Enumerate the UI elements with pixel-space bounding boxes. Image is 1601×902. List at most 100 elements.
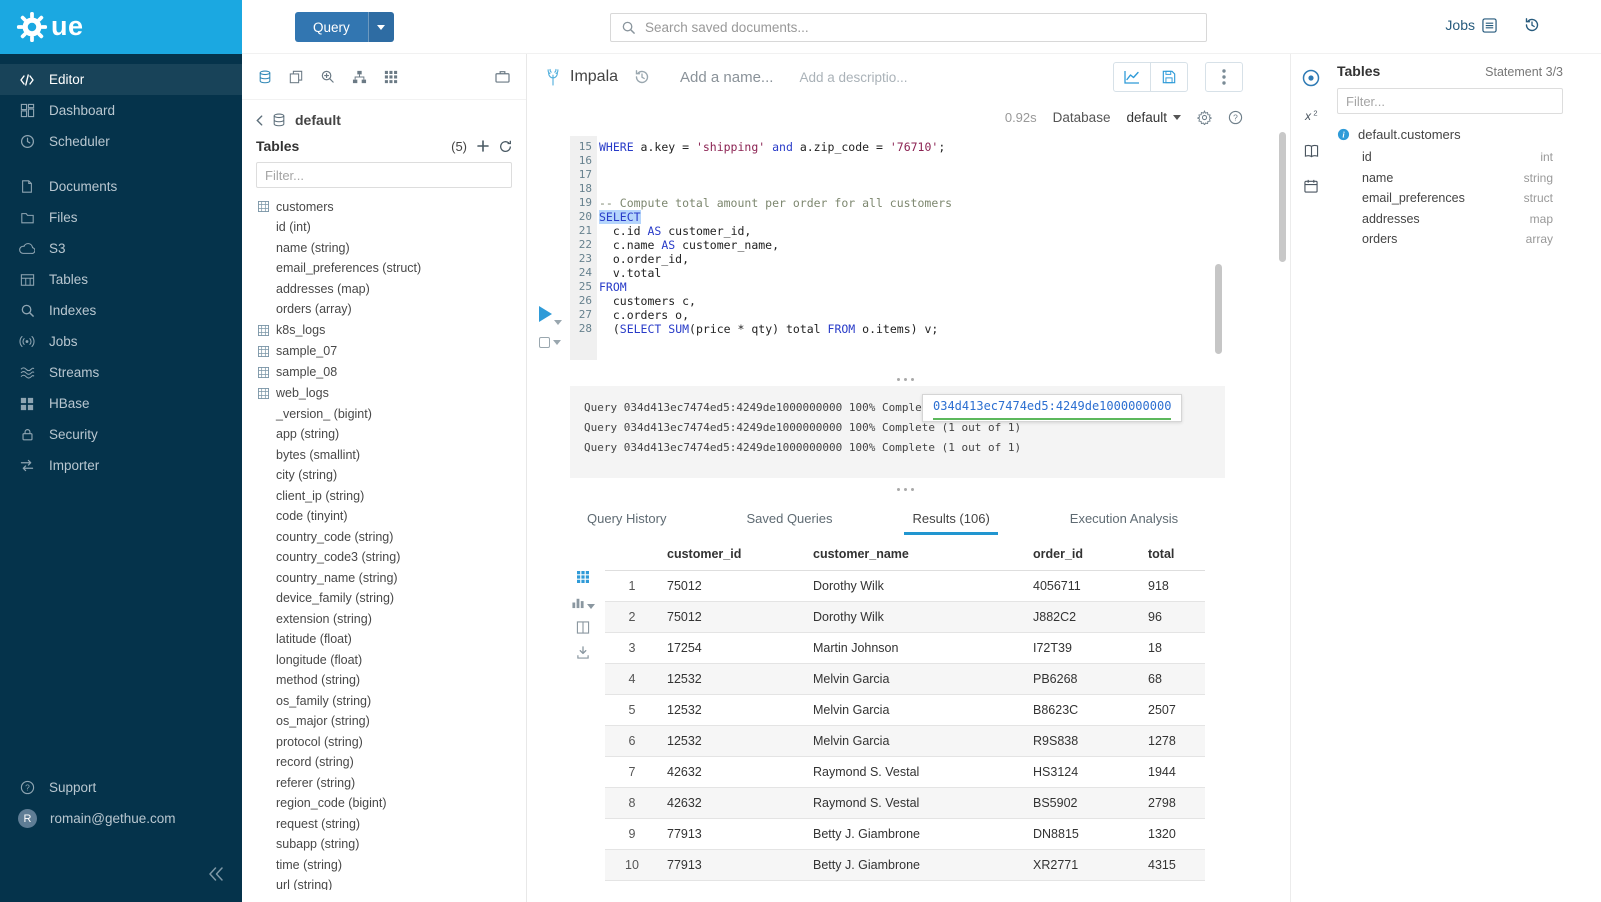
splitter-bottom[interactable]	[570, 484, 1240, 494]
code-line[interactable]: FROM	[599, 280, 1240, 294]
tab-saved-queries[interactable]: Saved Queries	[744, 502, 834, 535]
query-name-field[interactable]: Add a name...	[680, 69, 773, 86]
column-entry[interactable]: _version_ (bigint)	[242, 404, 526, 425]
code-editor[interactable]: 1516171819202122232425262728 WHERE a.key…	[527, 136, 1240, 360]
column-entry[interactable]: record (string)	[242, 752, 526, 773]
table-filter-input[interactable]	[265, 168, 503, 183]
settings-gear-icon[interactable]	[1197, 110, 1212, 125]
column-entry[interactable]: code (tinyint)	[242, 506, 526, 527]
column-entry[interactable]: region_code (bigint)	[242, 793, 526, 814]
database-select[interactable]: default	[1126, 110, 1181, 125]
results-column-header[interactable]: customer_name	[805, 538, 1025, 571]
column-entry[interactable]: orders (array)	[242, 299, 526, 320]
column-entry[interactable]: request (string)	[242, 814, 526, 835]
current-database[interactable]: default	[295, 112, 341, 128]
column-entry[interactable]: referer (string)	[242, 773, 526, 794]
column-entry[interactable]: name (string)	[242, 238, 526, 259]
query-id-link[interactable]: 034d413ec7474ed5:4249de1000000000	[933, 396, 1171, 420]
sidebar-item-support[interactable]: ? Support	[0, 772, 242, 803]
column-row[interactable]: idint	[1337, 147, 1563, 168]
column-entry[interactable]: email_preferences (struct)	[242, 258, 526, 279]
execute-options-caret[interactable]	[554, 320, 562, 325]
column-entry[interactable]: addresses (map)	[242, 279, 526, 300]
column-entry[interactable]: latitude (float)	[242, 629, 526, 650]
table-tree[interactable]: customersid (int)name (string)email_pref…	[242, 196, 526, 890]
column-row[interactable]: addressesmap	[1337, 209, 1563, 230]
tab-execution-analysis[interactable]: Execution Analysis	[1068, 502, 1180, 535]
column-entry[interactable]: subapp (string)	[242, 834, 526, 855]
query-logs[interactable]: Query 034d413ec7474ed5:4249de1000000000 …	[570, 386, 1225, 478]
column-entry[interactable]: device_family (string)	[242, 588, 526, 609]
column-entry[interactable]: url (string)	[242, 875, 526, 890]
column-row[interactable]: email_preferencesstruct	[1337, 188, 1563, 209]
functions-icon[interactable]: x2	[1303, 108, 1320, 123]
query-id-tooltip[interactable]: 034d413ec7474ed5:4249de1000000000	[922, 394, 1182, 422]
column-entry[interactable]: protocol (string)	[242, 732, 526, 753]
language-reference-icon[interactable]	[1304, 144, 1319, 158]
column-entry[interactable]: id (int)	[242, 217, 526, 238]
code-line[interactable]: SELECT	[599, 210, 1240, 224]
zoom-icon[interactable]	[320, 69, 335, 84]
query-history-icon[interactable]	[1524, 17, 1540, 33]
sidebar-item-tables[interactable]: Tables	[0, 264, 242, 295]
active-table-row[interactable]: i default.customers	[1337, 127, 1563, 142]
jobs-link[interactable]: Jobs	[1445, 17, 1497, 33]
code-line[interactable]	[599, 154, 1240, 168]
column-entry[interactable]: os_family (string)	[242, 691, 526, 712]
code-line[interactable]: o.order_id,	[599, 252, 1240, 266]
results-column-header[interactable]: order_id	[1025, 538, 1140, 571]
code-lines[interactable]: WHERE a.key = 'shipping' and a.zip_code …	[599, 136, 1240, 336]
page-scrollbar-thumb[interactable]	[1279, 132, 1286, 262]
add-table-icon[interactable]	[477, 140, 489, 152]
query-options-caret[interactable]	[368, 12, 394, 42]
results-column-header[interactable]: customer_id	[659, 538, 805, 571]
schedule-icon[interactable]	[1304, 179, 1318, 193]
save-button[interactable]	[1150, 62, 1188, 92]
refresh-tables-icon[interactable]	[499, 140, 512, 153]
column-entry[interactable]: time (string)	[242, 855, 526, 876]
sidebar-item-dashboard[interactable]: Dashboard	[0, 95, 242, 126]
right-filter-input[interactable]	[1346, 94, 1554, 109]
collapse-sidebar-icon[interactable]	[208, 867, 224, 884]
column-entry[interactable]: longitude (float)	[242, 650, 526, 671]
sidebar-item-scheduler[interactable]: Scheduler	[0, 126, 242, 157]
column-entry[interactable]: method (string)	[242, 670, 526, 691]
code-line[interactable]	[599, 182, 1240, 196]
code-line[interactable]	[599, 168, 1240, 182]
sidebar-item-streams[interactable]: Streams	[0, 357, 242, 388]
query-history-small-icon[interactable]	[634, 69, 650, 85]
column-entry[interactable]: client_ip (string)	[242, 486, 526, 507]
code-line[interactable]: c.name AS customer_name,	[599, 238, 1240, 252]
sql-source-icon[interactable]	[258, 70, 272, 84]
new-query-button[interactable]: Query	[295, 12, 394, 42]
tab-query-history[interactable]: Query History	[585, 502, 668, 535]
sidebar-item-documents[interactable]: Documents	[0, 171, 242, 202]
code-line[interactable]: customers c,	[599, 294, 1240, 308]
sidebar-item-indexes[interactable]: Indexes	[0, 295, 242, 326]
apps-grid-icon[interactable]	[384, 70, 398, 84]
sidebar-item-s3[interactable]: S3	[0, 233, 242, 264]
column-entry[interactable]: bytes (smallint)	[242, 445, 526, 466]
column-entry[interactable]: app (string)	[242, 424, 526, 445]
chart-button[interactable]	[1113, 62, 1151, 92]
sidebar-item-files[interactable]: Files	[0, 202, 242, 233]
column-entry[interactable]: country_code3 (string)	[242, 547, 526, 568]
statement-options-button[interactable]	[539, 337, 569, 348]
code-line[interactable]: v.total	[599, 266, 1240, 280]
search-input[interactable]	[645, 20, 1196, 35]
code-line[interactable]: (SELECT SUM(price * qty) total FROM o.it…	[599, 322, 1240, 336]
table-entry[interactable]: sample_07	[242, 341, 526, 362]
column-entry[interactable]: extension (string)	[242, 609, 526, 630]
back-chevron-icon[interactable]	[256, 115, 263, 126]
query-description-field[interactable]: Add a descriptio...	[799, 70, 907, 85]
column-entry[interactable]: country_code (string)	[242, 527, 526, 548]
execute-button[interactable]	[539, 306, 552, 322]
chart-view-toggle[interactable]	[571, 596, 595, 609]
sidebar-item-importer[interactable]: Importer	[0, 450, 242, 481]
table-entry[interactable]: k8s_logs	[242, 320, 526, 341]
more-actions-button[interactable]	[1205, 62, 1243, 92]
table-entry[interactable]: web_logs	[242, 383, 526, 404]
column-entry[interactable]: country_name (string)	[242, 568, 526, 589]
code-line[interactable]: c.id AS customer_id,	[599, 224, 1240, 238]
results-column-header[interactable]	[605, 538, 659, 571]
